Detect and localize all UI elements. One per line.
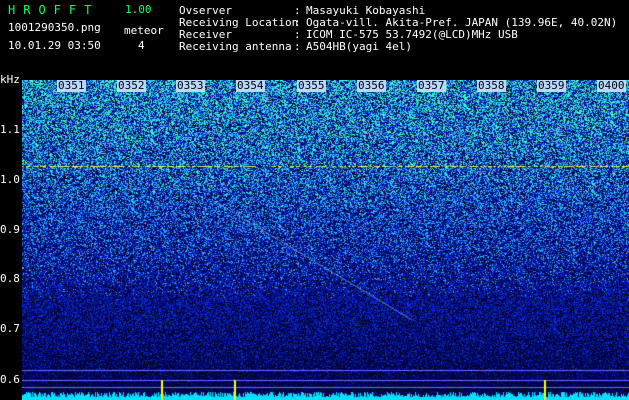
meteor-count-label: meteor: [124, 24, 164, 37]
y-tick: 0.9: [0, 223, 20, 236]
spectrogram-canvas: [22, 80, 629, 400]
antenna-value: A504HB(yagi 4el): [306, 40, 412, 53]
app-version: 1.00: [125, 3, 152, 16]
x-tick: 0400: [597, 79, 626, 92]
x-tick: 0354: [236, 79, 265, 92]
antenna-label: Receiving antenna: [179, 40, 292, 53]
x-tick: 0352: [117, 79, 146, 92]
x-tick: 0356: [357, 79, 386, 92]
meteor-count-value: 4: [138, 39, 145, 52]
y-tick: 0.6: [0, 373, 20, 386]
x-tick: 0357: [417, 79, 446, 92]
y-tick: 0.7: [0, 322, 20, 335]
file-name: 1001290350.png: [8, 21, 101, 34]
x-tick: 0358: [477, 79, 506, 92]
y-tick: 0.8: [0, 272, 20, 285]
capture-datetime: 10.01.29 03:50: [8, 39, 101, 52]
x-tick: 0351: [57, 79, 86, 92]
app-title: HROFFT: [8, 3, 100, 17]
y-tick: 1.1: [0, 123, 20, 136]
x-tick: 0355: [297, 79, 326, 92]
x-tick: 0353: [176, 79, 205, 92]
y-axis-unit: kHz: [0, 73, 20, 86]
y-tick: 1.0: [0, 173, 20, 186]
antenna-colon: :: [294, 40, 301, 53]
x-tick: 0359: [537, 79, 566, 92]
